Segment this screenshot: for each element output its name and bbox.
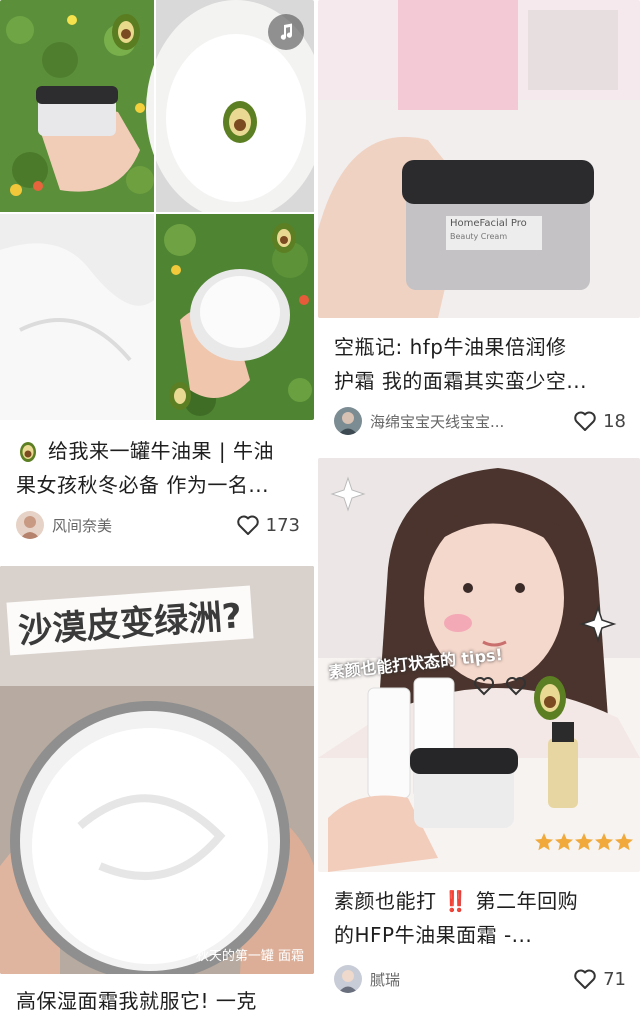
note-title-line: 的HFP牛油果面霜 -... xyxy=(334,923,533,947)
heart-outline-icon xyxy=(574,969,596,989)
heart-outline-icon xyxy=(236,515,259,535)
star-rating xyxy=(534,832,634,852)
note-cover[interactable]: 素颜也能打状态的 tips! xyxy=(318,458,640,872)
author-name[interactable]: 海绵宝宝天线宝宝... xyxy=(370,411,565,432)
like-button[interactable]: 71 xyxy=(573,968,626,990)
star-icon xyxy=(555,833,573,851)
note-cover[interactable]: HomeFacial Pro Beauty Cream xyxy=(318,0,640,318)
note-card[interactable]: 给我来一罐牛油果 | 牛油 果女孩秋冬必备 作为一名... 风间奈美 173 xyxy=(0,0,314,560)
avatar[interactable] xyxy=(16,511,44,539)
note-title-line: 护霜 我的面霜其实蛮少空... xyxy=(334,369,587,393)
note-title-line: 高保湿面霜我就服它! 一克 xyxy=(16,989,257,1013)
cover-caption: 秋天的第一罐 面霜 xyxy=(195,949,304,964)
like-button[interactable]: 18 xyxy=(573,410,626,432)
note-title-line: 给我来一罐牛油果 | 牛油 xyxy=(48,439,274,463)
note-cover-collage[interactable] xyxy=(0,0,314,420)
note-title[interactable]: 素颜也能打 ‼️ 第二年回购 的HFP牛油果面霜 -... xyxy=(334,884,626,952)
avatar[interactable] xyxy=(334,407,362,435)
jar-sublabel: Beauty Cream xyxy=(450,232,508,241)
note-title-line: 素颜也能打 ‼️ 第二年回购 xyxy=(334,889,579,913)
cover-collage-image xyxy=(0,0,314,420)
star-icon xyxy=(615,833,633,851)
author-name[interactable]: 风间奈美 xyxy=(52,515,228,536)
like-count: 173 xyxy=(265,514,300,536)
jar-label: HomeFacial Pro xyxy=(450,218,527,229)
like-count: 18 xyxy=(603,410,626,432)
star-icon xyxy=(535,833,553,851)
star-icon xyxy=(575,833,593,851)
note-title[interactable]: 空瓶记: hfp牛油果倍润修 护霜 我的面霜其实蛮少空... xyxy=(334,330,626,398)
note-card[interactable]: 沙漠皮变绿洲? 秋天的第一罐 面霜 高保湿面霜我就服它! 一克 xyxy=(0,566,314,1014)
note-meta: 风间奈美 173 xyxy=(16,510,300,540)
music-note-icon[interactable] xyxy=(268,14,304,50)
star-icon xyxy=(595,833,613,851)
note-meta: 海绵宝宝天线宝宝... 18 xyxy=(334,406,626,436)
note-card[interactable]: 素颜也能打状态的 tips! 素颜也能打 ‼️ 第二年回购 的HFP牛油果面霜 … xyxy=(318,458,640,1014)
avatar[interactable] xyxy=(334,965,362,993)
note-title[interactable]: 给我来一罐牛油果 | 牛油 果女孩秋冬必备 作为一名... xyxy=(16,434,300,502)
note-title-line: 空瓶记: hfp牛油果倍润修 xyxy=(334,335,567,359)
like-button[interactable]: 173 xyxy=(236,514,300,536)
note-title[interactable]: 高保湿面霜我就服它! 一克 xyxy=(16,984,300,1014)
note-cover[interactable]: 沙漠皮变绿洲? 秋天的第一罐 面霜 xyxy=(0,566,314,974)
avocado-emoji-icon xyxy=(20,442,36,462)
heart-outline-icon xyxy=(574,411,596,431)
cover-image xyxy=(318,0,640,318)
note-card[interactable]: HomeFacial Pro Beauty Cream 空瓶记: hfp牛油果倍… xyxy=(318,0,640,448)
note-title-line: 果女孩秋冬必备 作为一名... xyxy=(16,473,269,497)
like-count: 71 xyxy=(603,968,626,990)
note-meta: 腻瑞 71 xyxy=(334,964,626,994)
author-name[interactable]: 腻瑞 xyxy=(370,969,565,990)
